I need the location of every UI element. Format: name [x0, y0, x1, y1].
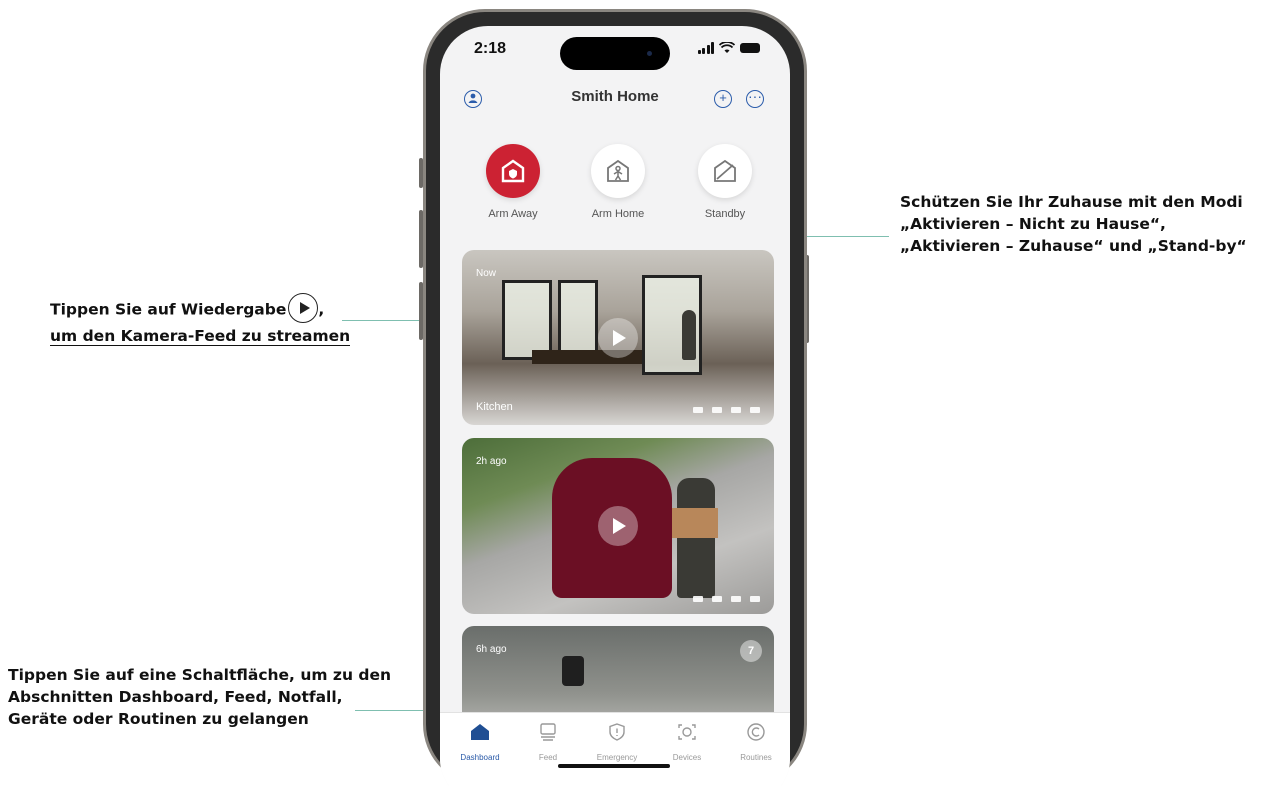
shield-icon [609, 723, 625, 741]
motion-status-icon [731, 407, 741, 413]
play-button[interactable] [598, 506, 638, 546]
person-image [682, 310, 696, 360]
status-bar: 2:18 [440, 26, 790, 76]
status-time: 2:18 [474, 40, 507, 57]
play-circle-icon [288, 293, 319, 323]
annotation-modes-line2: „Aktivieren – Nicht zu Hause“, [900, 215, 1166, 233]
tab-label: Emergency [596, 753, 638, 762]
annotation-modes-line3: „Aktivieren – Zuhause“ und „Stand-by“ [900, 237, 1247, 255]
home-indicator[interactable] [558, 764, 670, 768]
tab-dashboard[interactable]: Dashboard [445, 723, 515, 762]
mode-arm-away-button[interactable]: Arm Away [463, 144, 563, 220]
lantern-image [562, 656, 584, 686]
tab-devices[interactable]: Devices [652, 723, 722, 762]
person-image [677, 478, 715, 598]
camera-card-kitchen[interactable]: Now Kitchen [462, 250, 774, 425]
annotation-play-comma: , [318, 300, 325, 319]
phone-frame: 2:18 Smith Home + ··· Arm Away Arm Home … [423, 9, 807, 786]
house-slash-icon [714, 159, 736, 182]
annotation-nav-line1: Tippen Sie auf eine Schaltfläche, um zu … [8, 666, 392, 684]
annotation-play: Tippen Sie auf Wiedergabe, um den Kamera… [50, 293, 351, 347]
annotation-play-line2: um den Kamera-Feed zu streamen [50, 327, 351, 346]
camera-indicators [693, 407, 760, 413]
window-image [558, 280, 598, 360]
tab-label: Feed [538, 753, 558, 762]
battery-icon [740, 43, 760, 53]
play-button[interactable] [598, 318, 638, 358]
home-icon [471, 724, 489, 740]
mode-label: Arm Home [591, 208, 645, 220]
annotation-nav-line3: Geräte oder Routinen zu gelangen [8, 710, 309, 728]
mode-arm-home-button[interactable]: Arm Home [568, 144, 668, 220]
devices-icon [678, 724, 696, 740]
house-shield-icon [501, 159, 525, 183]
tab-bar: Dashboard Feed Emergency Devices Routine… [440, 712, 790, 786]
audio-status-icon [750, 407, 760, 413]
camera-time: 2h ago [476, 456, 507, 467]
security-modes: Arm Away Arm Home Standby [440, 144, 790, 224]
tab-label: Dashboard [460, 753, 500, 762]
page-title: Smith Home [571, 88, 659, 105]
package-image [672, 508, 718, 538]
battery-status-icon [693, 596, 703, 602]
annotation-modes-line1: Schützen Sie Ihr Zuhause mit den Modi [900, 193, 1243, 211]
annotation-play-line1: Tippen Sie auf Wiedergabe [50, 300, 287, 319]
standby-circle [698, 144, 752, 198]
mode-label: Standby [704, 208, 746, 220]
battery-status-icon [693, 407, 703, 413]
camera-dot [647, 51, 652, 56]
more-icon[interactable]: ··· [746, 89, 764, 108]
camera-name: Kitchen [476, 401, 513, 413]
camera-time: Now [476, 268, 497, 279]
dynamic-island [560, 37, 670, 70]
camera-card-driveway[interactable]: 2h ago [462, 438, 774, 614]
annotation-nav-line2: Abschnitten Dashboard, Feed, Notfall, [8, 688, 343, 706]
tab-feed[interactable]: Feed [513, 723, 583, 762]
wifi-icon [719, 42, 735, 53]
tab-label: Routines [740, 753, 772, 762]
house-person-icon [607, 159, 629, 182]
wifi-status-icon [712, 596, 722, 602]
phone-screen: 2:18 Smith Home + ··· Arm Away Arm Home … [440, 26, 790, 786]
tab-label: Devices [672, 753, 702, 762]
annotation-modes: Schützen Sie Ihr Zuhause mit den Modi „A… [900, 191, 1247, 257]
camera-indicators [693, 596, 760, 602]
arm-home-circle [591, 144, 645, 198]
event-count-badge: 7 [740, 640, 762, 662]
mode-standby-button[interactable]: Standby [675, 144, 775, 220]
audio-status-icon [750, 596, 760, 602]
tab-emergency[interactable]: Emergency [582, 723, 652, 762]
status-icons [697, 42, 760, 54]
motion-status-icon [731, 596, 741, 602]
window-image [502, 280, 552, 360]
routines-icon [747, 723, 765, 741]
tab-routines[interactable]: Routines [721, 723, 790, 762]
add-icon[interactable]: + [714, 90, 732, 108]
camera-time: 6h ago [476, 644, 507, 655]
app-header: Smith Home + ··· [440, 76, 790, 120]
feed-icon [540, 723, 556, 741]
arm-away-circle [486, 144, 540, 198]
annotation-nav: Tippen Sie auf eine Schaltfläche, um zu … [8, 664, 391, 730]
wifi-status-icon [712, 407, 722, 413]
signal-icon [697, 42, 714, 54]
mode-label: Arm Away [488, 208, 538, 220]
